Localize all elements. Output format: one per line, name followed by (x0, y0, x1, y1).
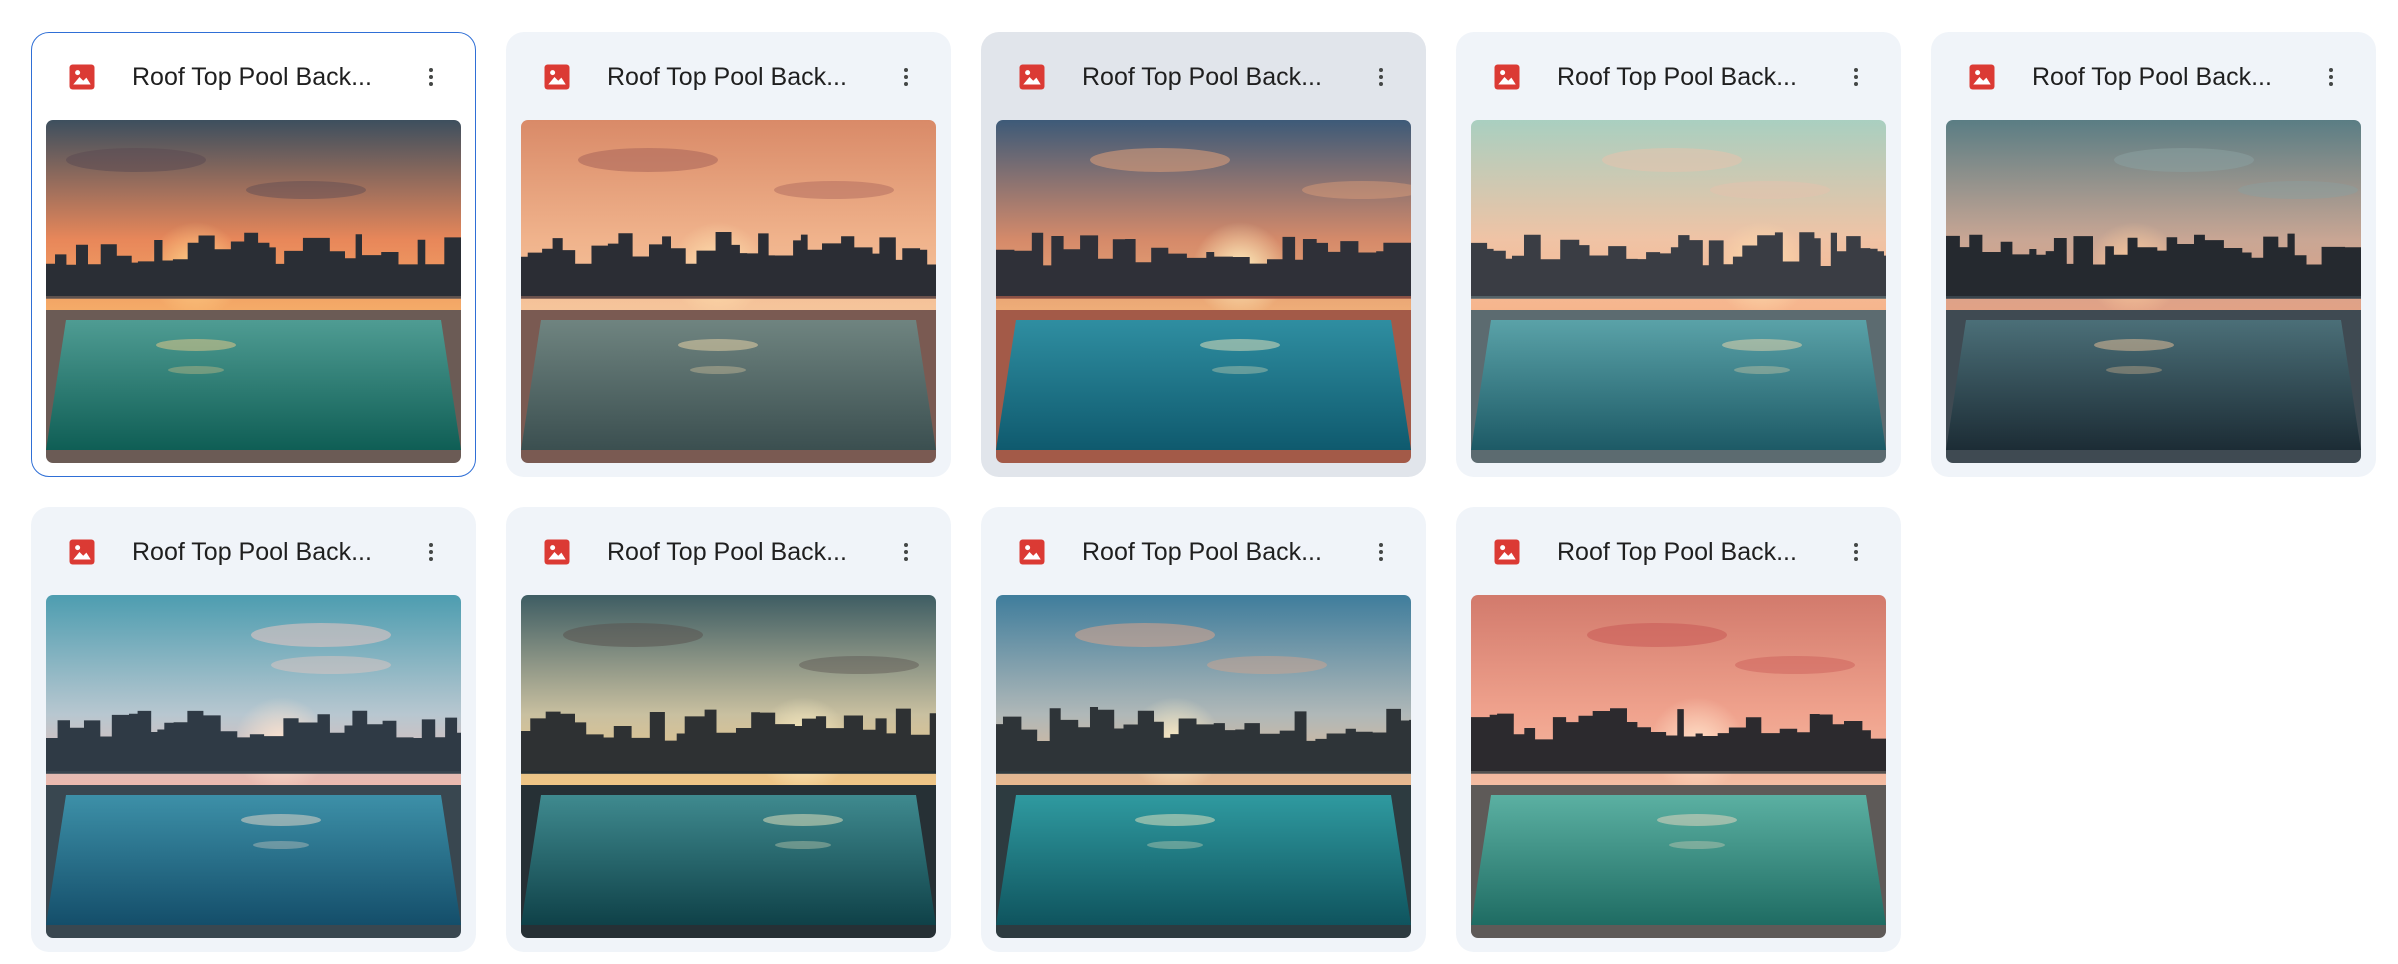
file-card-header: Roof Top Pool Back... (32, 33, 475, 119)
more-vert-icon (1379, 68, 1383, 86)
file-thumbnail[interactable] (1471, 595, 1886, 938)
file-card[interactable]: Roof Top Pool Back... (506, 507, 951, 952)
more-actions-button[interactable] (884, 530, 928, 574)
file-card-header: Roof Top Pool Back... (982, 508, 1425, 594)
image-file-icon (1969, 64, 1995, 90)
image-file-icon (1019, 64, 1045, 90)
file-name: Roof Top Pool Back... (607, 63, 847, 91)
more-actions-button[interactable] (1834, 55, 1878, 99)
file-card[interactable]: Roof Top Pool Back... (981, 507, 1426, 952)
more-vert-icon (904, 68, 908, 86)
more-actions-button[interactable] (1359, 55, 1403, 99)
more-vert-icon (1854, 68, 1858, 86)
more-vert-icon (2329, 68, 2333, 86)
file-card[interactable]: Roof Top Pool Back... (31, 507, 476, 952)
file-card-header: Roof Top Pool Back... (1457, 33, 1900, 119)
more-vert-icon (429, 68, 433, 86)
file-thumbnail[interactable] (1471, 120, 1886, 463)
file-card[interactable]: Roof Top Pool Back... (1931, 32, 2376, 477)
file-thumbnail[interactable] (996, 120, 1411, 463)
file-card-header: Roof Top Pool Back... (1932, 33, 2375, 119)
more-actions-button[interactable] (1359, 530, 1403, 574)
file-name: Roof Top Pool Back... (2032, 63, 2272, 91)
file-thumbnail[interactable] (521, 595, 936, 938)
file-card[interactable]: Roof Top Pool Back... (506, 32, 951, 477)
file-grid: Roof Top Pool Back... Roof Top Pool Back.… (31, 32, 2376, 952)
file-name: Roof Top Pool Back... (1082, 63, 1322, 91)
file-name: Roof Top Pool Back... (132, 63, 372, 91)
more-vert-icon (429, 543, 433, 561)
file-name: Roof Top Pool Back... (1557, 538, 1797, 566)
file-name: Roof Top Pool Back... (607, 538, 847, 566)
file-card[interactable]: Roof Top Pool Back... (31, 32, 476, 477)
image-file-icon (69, 64, 95, 90)
file-card[interactable]: Roof Top Pool Back... (981, 32, 1426, 477)
file-card-header: Roof Top Pool Back... (982, 33, 1425, 119)
more-actions-button[interactable] (409, 55, 453, 99)
more-actions-button[interactable] (2309, 55, 2353, 99)
image-file-icon (544, 539, 570, 565)
file-thumbnail[interactable] (46, 595, 461, 938)
image-file-icon (1494, 64, 1520, 90)
file-card-header: Roof Top Pool Back... (32, 508, 475, 594)
file-card[interactable]: Roof Top Pool Back... (1456, 507, 1901, 952)
file-thumbnail[interactable] (996, 595, 1411, 938)
image-file-icon (544, 64, 570, 90)
image-file-icon (1494, 539, 1520, 565)
more-vert-icon (904, 543, 908, 561)
more-vert-icon (1854, 543, 1858, 561)
file-card-header: Roof Top Pool Back... (507, 33, 950, 119)
file-card[interactable]: Roof Top Pool Back... (1456, 32, 1901, 477)
file-thumbnail[interactable] (521, 120, 936, 463)
more-actions-button[interactable] (884, 55, 928, 99)
image-file-icon (69, 539, 95, 565)
file-thumbnail[interactable] (1946, 120, 2361, 463)
file-name: Roof Top Pool Back... (1557, 63, 1797, 91)
file-name: Roof Top Pool Back... (1082, 538, 1322, 566)
file-card-header: Roof Top Pool Back... (507, 508, 950, 594)
file-thumbnail[interactable] (46, 120, 461, 463)
file-card-header: Roof Top Pool Back... (1457, 508, 1900, 594)
file-name: Roof Top Pool Back... (132, 538, 372, 566)
more-actions-button[interactable] (409, 530, 453, 574)
more-actions-button[interactable] (1834, 530, 1878, 574)
more-vert-icon (1379, 543, 1383, 561)
image-file-icon (1019, 539, 1045, 565)
